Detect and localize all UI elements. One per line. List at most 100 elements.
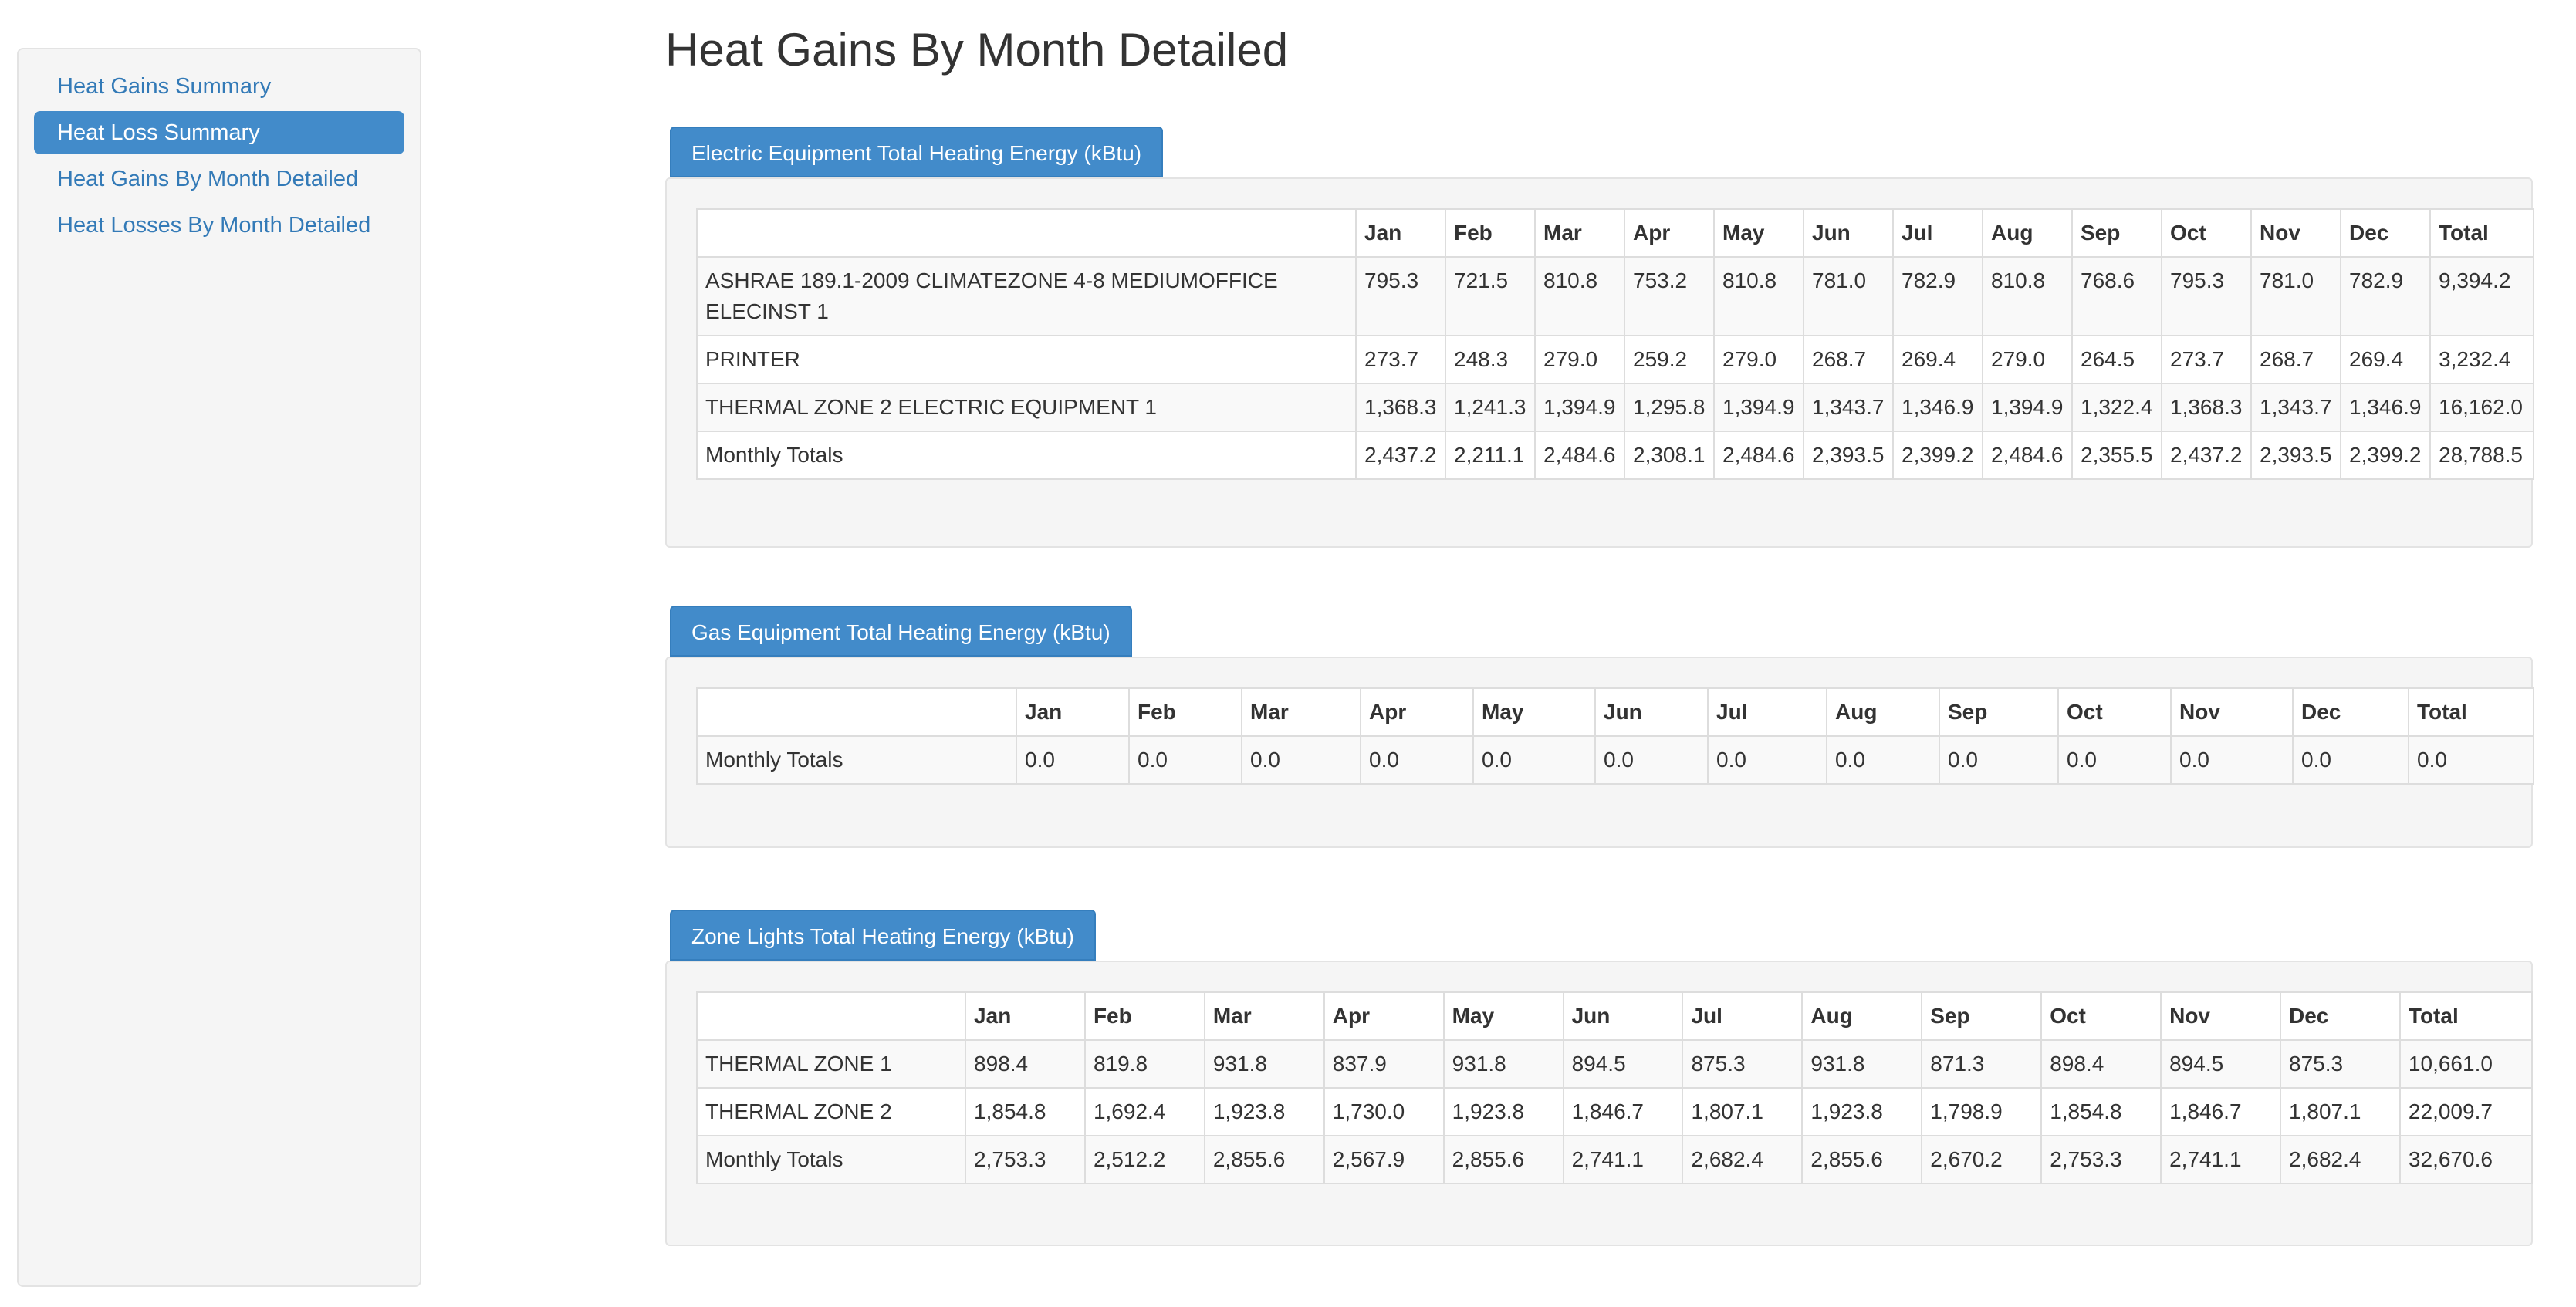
table-cell: 2,512.2 <box>1083 1135 1205 1184</box>
column-header: Oct <box>2057 687 2172 737</box>
table-cell: 10,661.0 <box>2399 1039 2534 1089</box>
table-cell: 279.0 <box>1713 335 1804 384</box>
tab-electric-equipment[interactable]: Electric Equipment Total Heating Energy … <box>670 127 1164 177</box>
table-cell: 1,295.8 <box>1624 383 1715 432</box>
table-cell: 2,741.1 <box>2160 1135 2282 1184</box>
table-cell: 1,854.8 <box>2040 1087 2162 1136</box>
column-header: Aug <box>1801 991 1923 1041</box>
table-cell: 32,670.6 <box>2399 1135 2534 1184</box>
table-row: THERMAL ZONE 2 ELECTRIC EQUIPMENT 1 1,368… <box>696 383 2534 432</box>
table-cell: 782.9 <box>1892 256 1983 336</box>
table-cell: 0.0 <box>2170 735 2294 785</box>
table-cell: 1,730.0 <box>1323 1087 1445 1136</box>
table-cell: 0.0 <box>1707 735 1827 785</box>
table-cell: 0.0 <box>2057 735 2172 785</box>
column-header: Jul <box>1682 991 1804 1041</box>
table-cell: 0.0 <box>2408 735 2534 785</box>
panel-gas-equipment: Jan Feb Mar Apr May Jun Jul Aug Sep Oct Nov Dec Tota… <box>665 657 2534 848</box>
panel-zone-lights: Jan Feb Mar Apr May Jun Jul Aug Sep Oct Nov Dec Tota… <box>665 961 2534 1246</box>
table-cell: 0.0 <box>1128 735 1242 785</box>
table-cell: 269.4 <box>1892 335 1983 384</box>
column-header-label <box>696 687 1017 737</box>
table-electric-equipment: Jan Feb Mar Apr May Jun Jul Aug Sep Oct Nov Dec Tota… <box>696 208 2534 480</box>
table-cell: 2,399.2 <box>2340 431 2431 480</box>
column-header: Aug <box>1982 208 2073 258</box>
page-title: Heat Gains By Month Detailed <box>665 24 1289 76</box>
column-header: Jun <box>1562 991 1684 1041</box>
table-cell: 279.0 <box>1982 335 2073 384</box>
table-row: ASHRAE 189.1-2009 CLIMATEZONE 4-8 MEDIUM… <box>696 256 2534 336</box>
table-cell: 1,343.7 <box>2250 383 2341 432</box>
column-header: Jul <box>1892 208 1983 258</box>
column-header: Jun <box>1594 687 1709 737</box>
table-cell: 2,484.6 <box>1713 431 1804 480</box>
table-cell: 16,162.0 <box>2429 383 2534 432</box>
table-cell: 1,394.9 <box>1713 383 1804 432</box>
table-header-row: Jan Feb Mar Apr May Jun Jul Aug Sep Oct Nov Dec Tota… <box>696 208 2534 258</box>
table-cell: 2,855.6 <box>1203 1135 1325 1184</box>
table-cell: 2,682.4 <box>2280 1135 2401 1184</box>
table-cell: 894.5 <box>1562 1039 1684 1089</box>
column-header: Mar <box>1534 208 1625 258</box>
table-cell: 875.3 <box>2280 1039 2401 1089</box>
sidebar-item-heat-gains-summary[interactable]: Heat Gains Summary <box>34 65 404 108</box>
table-row: PRINTER 273.7 248.3 279.0 259.2 279.0 268.7 269… <box>696 335 2534 384</box>
table-cell: 1,692.4 <box>1083 1087 1205 1136</box>
table-cell: 1,807.1 <box>1682 1087 1804 1136</box>
column-header: Feb <box>1128 687 1242 737</box>
table-cell: 2,753.3 <box>965 1135 1086 1184</box>
table-cell: 9,394.2 <box>2429 256 2534 336</box>
row-label: THERMAL ZONE 1 <box>695 1039 967 1089</box>
table-cell: 2,308.1 <box>1624 431 1715 480</box>
table-cell: 819.8 <box>1083 1039 1205 1089</box>
table-row: Monthly Totals 2,437.2 2,211.1 2,484.6 2,308… <box>696 431 2534 480</box>
table-cell: 0.0 <box>1826 735 1940 785</box>
tab-zone-lights[interactable]: Zone Lights Total Heating Energy (kBtu) <box>670 910 1096 961</box>
table-gas-equipment: Jan Feb Mar Apr May Jun Jul Aug Sep Oct Nov Dec Tota… <box>696 687 2534 785</box>
sidebar-item-heat-loss-summary[interactable]: Heat Loss Summary <box>34 111 404 154</box>
table-cell: 1,846.7 <box>1562 1087 1684 1136</box>
table-cell: 1,923.8 <box>1801 1087 1923 1136</box>
table-cell: 2,393.5 <box>2250 431 2341 480</box>
table-cell: 894.5 <box>2160 1039 2282 1089</box>
table-cell: 753.2 <box>1624 256 1715 336</box>
tab-gas-equipment[interactable]: Gas Equipment Total Heating Energy (kBtu… <box>670 606 1132 657</box>
table-cell: 810.8 <box>1713 256 1804 336</box>
table-cell: 268.7 <box>2250 335 2341 384</box>
table-cell: 1,394.9 <box>1982 383 2073 432</box>
sidebar-item-heat-gains-by-month-detailed[interactable]: Heat Gains By Month Detailed <box>34 157 404 201</box>
table-cell: 2,682.4 <box>1682 1135 1804 1184</box>
table-cell: 1,368.3 <box>2161 383 2252 432</box>
table-cell: 2,741.1 <box>1562 1135 1684 1184</box>
table-cell: 1,322.4 <box>2071 383 2162 432</box>
sidebar-item-heat-losses-by-month-detailed[interactable]: Heat Losses By Month Detailed <box>34 204 404 247</box>
column-header: May <box>1472 687 1596 737</box>
table-cell: 0.0 <box>2292 735 2409 785</box>
column-header: Total <box>2408 687 2534 737</box>
column-header: Sep <box>1921 991 2043 1041</box>
table-cell: 0.0 <box>1241 735 1361 785</box>
table-cell: 721.5 <box>1445 256 1536 336</box>
table-cell: 0.0 <box>1939 735 2059 785</box>
table-cell: 2,484.6 <box>1534 431 1625 480</box>
sidebar-nav: Heat Gains Summary Heat Loss Summary Hea… <box>17 48 421 1287</box>
table-cell: 2,855.6 <box>1801 1135 1923 1184</box>
column-header: Oct <box>2161 208 2252 258</box>
column-header: Oct <box>2040 991 2162 1041</box>
column-header: Dec <box>2292 687 2409 737</box>
table-cell: 259.2 <box>1624 335 1715 384</box>
column-header-label <box>695 991 967 1041</box>
row-label: PRINTER <box>696 335 1357 384</box>
row-label: Monthly Totals <box>696 431 1357 480</box>
table-cell: 2,399.2 <box>1892 431 1983 480</box>
row-label: Monthly Totals <box>696 735 1017 785</box>
table-header-row: Jan Feb Mar Apr May Jun Jul Aug Sep Oct Nov Dec Tota… <box>696 687 2534 737</box>
table-cell: 1,394.9 <box>1534 383 1625 432</box>
column-header: Dec <box>2340 208 2431 258</box>
table-cell: 2,753.3 <box>2040 1135 2162 1184</box>
column-header: Sep <box>1939 687 2059 737</box>
table-cell: 781.0 <box>2250 256 2341 336</box>
table-cell: 1,923.8 <box>1442 1087 1564 1136</box>
table-cell: 268.7 <box>1803 335 1894 384</box>
row-label: Monthly Totals <box>695 1135 967 1184</box>
